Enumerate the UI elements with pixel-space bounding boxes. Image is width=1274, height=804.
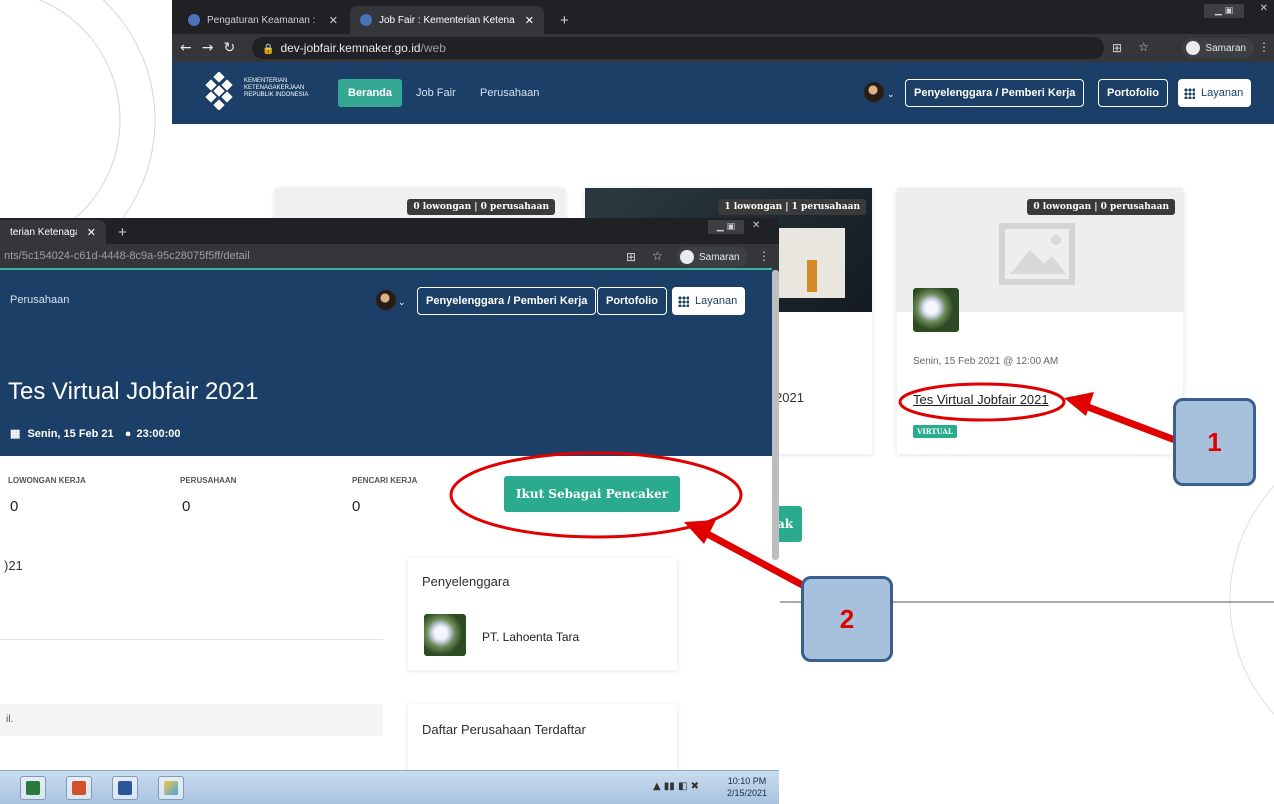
- nav-job-fair-link[interactable]: Job Fair: [416, 87, 456, 99]
- site-navbar: Perusahaan ⌄ Penyelenggara / Pemberi Ker…: [0, 270, 779, 332]
- close-tab-icon[interactable]: ✕: [525, 14, 534, 27]
- callout-step-2: 2: [801, 576, 893, 662]
- nav-arrows-icon[interactable]: ←→↻: [180, 40, 245, 56]
- incognito-icon: [680, 250, 694, 264]
- stat-label-job-seekers: PENCARI KERJA: [352, 476, 418, 485]
- taskbar-clock[interactable]: 10:10 PM 2/15/2021: [727, 775, 767, 799]
- callout-step-1: 1: [1173, 398, 1256, 486]
- organizer-heading: Penyelenggara: [422, 574, 510, 589]
- grid-icon: [1184, 87, 1195, 99]
- menu-kebab-icon[interactable]: ⋮: [1258, 40, 1270, 54]
- clock-icon: ●: [124, 428, 132, 440]
- logo-text: KEMENTERIAN KETENAGAKERJAAN REPUBLIK IND…: [244, 78, 309, 98]
- page-scrollbar[interactable]: [772, 270, 779, 560]
- divider: [0, 639, 383, 640]
- card-action-button[interactable]: ak: [775, 506, 802, 542]
- presenter: [807, 260, 817, 292]
- image-placeholder-icon: [999, 223, 1075, 285]
- organizer-name[interactable]: PT. Lahoenta Tara: [482, 630, 579, 644]
- stat-label-vacancies: LOWONGAN KERJA: [8, 476, 86, 485]
- stat-value-job-seekers: 0: [352, 498, 361, 515]
- window-close-icon[interactable]: ✕: [1260, 3, 1268, 14]
- nav-beranda-button[interactable]: Beranda: [338, 79, 403, 107]
- user-avatar[interactable]: [376, 290, 396, 310]
- menu-kebab-icon[interactable]: ⋮: [758, 249, 770, 263]
- chevron-down-icon[interactable]: ⌄: [398, 298, 406, 308]
- excel-icon[interactable]: [20, 776, 46, 800]
- organizer-panel: Penyelenggara PT. Lahoenta Tara: [408, 558, 677, 670]
- back-tab-bar: Pengaturan Keamanan : Kementr ✕ Job Fair…: [172, 0, 1274, 34]
- site-favicon-icon: [188, 14, 200, 26]
- left-text-fragment: )21: [4, 558, 23, 573]
- back-browser-window: Pengaturan Keamanan : Kementr ✕ Job Fair…: [172, 0, 1274, 124]
- job-fair-card[interactable]: 0 lowongan | 0 perusahaan Senin, 15 Feb …: [897, 188, 1183, 454]
- join-as-job-seeker-button[interactable]: Ikut Sebagai Pencaker: [504, 476, 680, 512]
- window-controls[interactable]: ▁ ▣: [1204, 4, 1244, 18]
- nav-perusahaan-link[interactable]: Perusahaan: [10, 294, 69, 306]
- virtual-tag: VIRTUAL: [913, 425, 957, 438]
- tab-security-settings[interactable]: Pengaturan Keamanan : Kementr ✕: [178, 6, 348, 34]
- incognito-icon: [1186, 41, 1201, 55]
- chevron-down-icon[interactable]: ⌄: [887, 90, 895, 100]
- portfolio-button[interactable]: Portofolio: [1098, 79, 1168, 107]
- tab-job-fair[interactable]: Job Fair : Kementerian Ketenagal ✕: [350, 6, 544, 34]
- card-date: Senin, 15 Feb 2021 @ 12:00 AM: [913, 356, 1059, 367]
- stat-value-vacancies: 0: [10, 498, 19, 515]
- event-hero: Tes Virtual Jobfair 2021 ▦ Senin, 15 Feb…: [0, 332, 779, 456]
- card-title-fragment: 2021: [775, 390, 804, 405]
- card-count-badge: 0 lowongan | 0 perusahaan: [407, 199, 555, 215]
- stat-label-companies: PERUSAHAAN: [180, 476, 237, 485]
- translate-icon[interactable]: ⊞: [1112, 41, 1122, 55]
- stat-value-companies: 0: [182, 498, 191, 515]
- organizer-button[interactable]: Penyelenggara / Pemberi Kerja: [905, 79, 1085, 107]
- window-controls[interactable]: ▁ ▣: [708, 220, 744, 234]
- new-tab-button[interactable]: +: [108, 218, 137, 246]
- star-icon[interactable]: ☆: [1138, 40, 1149, 54]
- back-address-bar: ←→↻ 🔒 dev-jobfair.kemnaker.go.id/web ⊞ ☆ …: [172, 34, 1274, 62]
- calendar-icon: ▦: [10, 428, 21, 440]
- star-icon[interactable]: ☆: [652, 249, 663, 263]
- system-tray-icons[interactable]: ▲ ▮▮ ◧ ✖: [653, 781, 699, 792]
- site-favicon-icon: [360, 14, 372, 26]
- event-date-row: ▦ Senin, 15 Feb 21 ● 23:00:00: [10, 428, 181, 440]
- front-browser-window: terian Ketenagal ✕ + ▁ ▣ ✕ nts/5c154024-…: [0, 218, 779, 770]
- close-tab-icon[interactable]: ✕: [329, 14, 338, 27]
- window-close-icon[interactable]: ✕: [752, 220, 760, 231]
- organizer-logo: [424, 614, 466, 656]
- registered-companies-panel: Daftar Perusahaan Terdaftar: [408, 704, 677, 770]
- paint-icon[interactable]: [158, 776, 184, 800]
- kemnaker-logo-icon: [205, 72, 233, 110]
- services-button[interactable]: Layanan: [1178, 79, 1252, 107]
- word-icon[interactable]: [112, 776, 138, 800]
- services-button[interactable]: Layanan: [672, 287, 746, 315]
- front-address-bar: nts/5c154024-c61d-4448-8c9a-95c28075f5ff…: [0, 244, 779, 270]
- close-tab-icon[interactable]: ✕: [87, 226, 96, 239]
- incognito-profile-button[interactable]: Samaran: [1182, 38, 1254, 58]
- organizer-button[interactable]: Penyelenggara / Pemberi Kerja: [417, 287, 597, 315]
- portfolio-button[interactable]: Portofolio: [597, 287, 667, 315]
- tab-job-fair-detail[interactable]: terian Ketenagal ✕: [0, 220, 106, 244]
- card-title-link[interactable]: Tes Virtual Jobfair 2021: [913, 392, 1049, 407]
- registered-companies-heading: Daftar Perusahaan Terdaftar: [422, 722, 586, 737]
- front-tab-bar: terian Ketenagal ✕ + ▁ ▣ ✕: [0, 218, 779, 244]
- card-count-badge: 0 lowongan | 0 perusahaan: [1027, 199, 1175, 215]
- url-input[interactable]: nts/5c154024-c61d-4448-8c9a-95c28075f5ff…: [4, 250, 250, 262]
- incognito-profile-button[interactable]: Samaran: [676, 247, 748, 267]
- powerpoint-icon[interactable]: [66, 776, 92, 800]
- translate-icon[interactable]: ⊞: [626, 250, 636, 264]
- nav-perusahaan-link[interactable]: Perusahaan: [480, 87, 539, 99]
- organizer-logo: [913, 288, 959, 332]
- site-navbar: KEMENTERIAN KETENAGAKERJAAN REPUBLIK IND…: [172, 62, 1274, 124]
- card-count-badge: 1 lowongan | 1 perusahaan: [718, 199, 866, 215]
- url-input[interactable]: 🔒 dev-jobfair.kemnaker.go.id/web: [252, 37, 1104, 59]
- grid-icon: [678, 295, 689, 307]
- windows-taskbar: ▲ ▮▮ ◧ ✖ 10:10 PM 2/15/2021: [0, 770, 779, 804]
- user-avatar[interactable]: [864, 82, 884, 102]
- new-tab-button[interactable]: +: [550, 6, 579, 34]
- lock-icon: 🔒: [262, 44, 275, 55]
- info-box: il.: [0, 704, 383, 736]
- event-title: Tes Virtual Jobfair 2021: [8, 378, 259, 405]
